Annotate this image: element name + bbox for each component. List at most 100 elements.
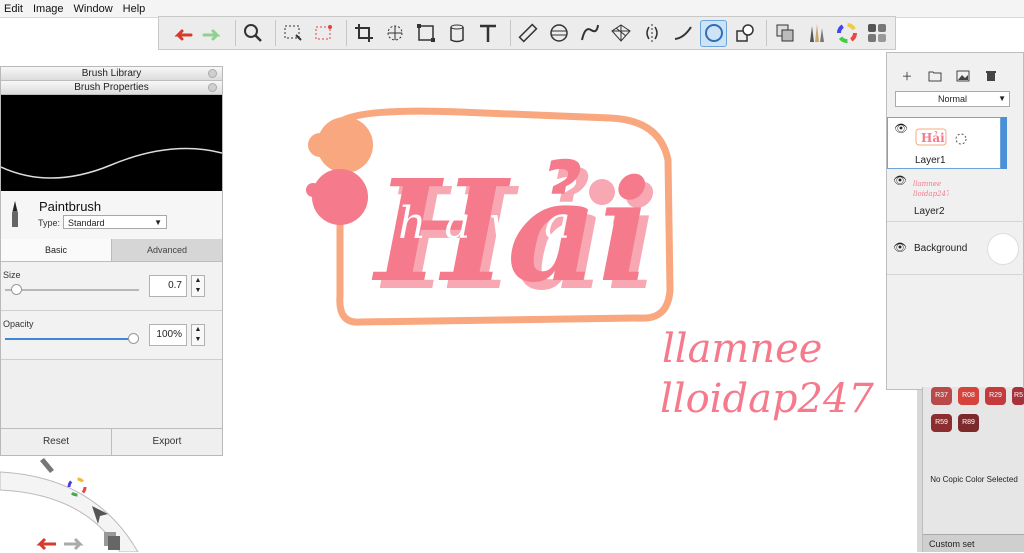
redo-icon[interactable]: [64, 537, 84, 551]
copic-swatch[interactable]: R08: [958, 387, 979, 405]
copic-swatch[interactable]: R5: [1012, 387, 1024, 405]
opacity-slider[interactable]: [5, 333, 139, 344]
shapes-tool[interactable]: [731, 20, 758, 47]
redo-button[interactable]: [200, 20, 227, 47]
opacity-slider-fill: [5, 338, 133, 340]
stroke-tool[interactable]: [669, 20, 696, 47]
opacity-value-field[interactable]: 100%: [149, 324, 187, 346]
layer-row-layer1[interactable]: 👁 Hải Layer1: [887, 117, 1001, 169]
color-wheel-tool[interactable]: [833, 20, 860, 47]
opacity-stepper[interactable]: ▲ ▼: [191, 324, 205, 346]
stroke-preview: [0, 95, 223, 191]
menu-edit[interactable]: Edit: [0, 3, 29, 15]
size-label: Size: [3, 270, 21, 280]
layer-editor: ＋ Normal ▼ 👁 Hải Layer1 👁 llamnee lloidap2…: [886, 52, 1024, 390]
toolbar-separator: [345, 20, 347, 46]
close-icon[interactable]: [208, 69, 217, 78]
signature: llamnee lloidap247: [660, 326, 874, 422]
layer2-name: Layer2: [914, 206, 945, 217]
undo-button[interactable]: [169, 20, 196, 47]
type-label: Type:: [38, 218, 61, 228]
perspective-tool[interactable]: [607, 20, 634, 47]
shapes-icon: [735, 24, 754, 42]
layer2-thumbnail: llamnee lloidap247: [913, 180, 949, 198]
brush-library-titlebar[interactable]: Brush Library: [1, 67, 222, 81]
brush-panel-footer: Reset Export: [1, 428, 222, 455]
predictive-stroke-tool[interactable]: [700, 19, 728, 47]
crop-tool[interactable]: [351, 20, 378, 47]
tab-advanced[interactable]: Advanced: [111, 239, 222, 261]
magnifier-tool[interactable]: [240, 20, 267, 47]
brush-set-icon: [809, 24, 824, 42]
stroke-icon: [674, 26, 692, 40]
brush-name: Paintbrush: [39, 199, 102, 214]
symmetry-icon: [646, 24, 658, 42]
brush-properties-titlebar[interactable]: Brush Properties: [1, 81, 222, 95]
brush-set-tool[interactable]: [802, 20, 829, 47]
crop-icon: [355, 24, 374, 42]
layer-row-background[interactable]: 👁 Background: [887, 223, 1024, 275]
copic-swatch[interactable]: R89: [958, 414, 979, 432]
copic-status: No Copic Color Selected: [930, 475, 1018, 484]
blend-mode-select[interactable]: Normal ▼: [895, 91, 1010, 107]
layer-copy-tool[interactable]: [771, 20, 798, 47]
tab-basic[interactable]: Basic: [1, 239, 111, 261]
main-lettering: Hải Hải hawa: [371, 150, 659, 322]
lock-alpha-icon[interactable]: [954, 132, 968, 146]
eye-icon[interactable]: 👁: [894, 122, 908, 135]
copic-swatch[interactable]: R59: [931, 414, 952, 432]
menu-help[interactable]: Help: [119, 3, 152, 15]
distort-tool[interactable]: [413, 20, 440, 47]
trash-icon[interactable]: [977, 67, 1005, 85]
stroke-preview-curve: [0, 147, 223, 179]
size-section: Size 0.7 ▲ ▼: [1, 262, 222, 311]
color-wheel-icon: [836, 23, 857, 43]
transform-tool[interactable]: [382, 20, 409, 47]
type-value: Standard: [68, 218, 105, 228]
brush-tool-icon[interactable]: [40, 458, 54, 473]
palettes-tool[interactable]: [864, 20, 891, 47]
chevron-down-icon[interactable]: ▼: [192, 286, 204, 296]
selection-tool[interactable]: [280, 20, 307, 47]
eye-icon[interactable]: 👁: [893, 241, 907, 254]
chevron-up-icon[interactable]: ▲: [192, 325, 204, 335]
image-icon[interactable]: [949, 67, 977, 85]
size-value-field[interactable]: 0.7: [149, 275, 187, 297]
copic-swatch[interactable]: R37: [931, 387, 952, 405]
chevron-down-icon[interactable]: ▼: [192, 335, 204, 345]
ruler-tool[interactable]: [515, 20, 542, 47]
size-slider[interactable]: [5, 284, 139, 295]
chevron-down-icon: ▼: [154, 218, 162, 227]
menu-image[interactable]: Image: [29, 3, 70, 15]
layer2-thumbnail-line1: llamnee: [913, 180, 941, 188]
paintbrush-icon: [12, 201, 18, 227]
add-layer-icon[interactable]: ＋: [893, 67, 921, 85]
size-stepper[interactable]: ▲ ▼: [191, 275, 205, 297]
french-curve-tool[interactable]: [576, 20, 603, 47]
folder-icon[interactable]: [921, 67, 949, 85]
close-icon[interactable]: [208, 83, 217, 92]
opacity-slider-handle[interactable]: [128, 333, 139, 344]
custom-set-tab[interactable]: Custom set: [923, 534, 1024, 552]
undo-icon[interactable]: [36, 537, 56, 551]
eye-icon[interactable]: 👁: [893, 174, 907, 187]
fill-tool[interactable]: [444, 20, 471, 47]
blend-mode-value: Normal: [937, 94, 967, 104]
opacity-bar[interactable]: [1001, 117, 1007, 169]
transform-icon: [387, 25, 403, 41]
lagoon-menu: [0, 458, 139, 552]
type-select[interactable]: Standard ▼: [63, 215, 167, 229]
french-curve-icon: [580, 24, 599, 41]
size-slider-handle[interactable]: [11, 284, 22, 295]
menu-window[interactable]: Window: [70, 3, 119, 15]
symmetry-tool[interactable]: [638, 20, 665, 47]
background-color-swatch[interactable]: [987, 233, 1019, 265]
text-tool[interactable]: [475, 20, 502, 47]
layer1-name: Layer1: [915, 155, 946, 166]
magic-select-icon: [315, 25, 333, 40]
chevron-up-icon[interactable]: ▲: [192, 276, 204, 286]
magic-select-tool[interactable]: [311, 20, 338, 47]
layer-row-layer2[interactable]: 👁 llamnee lloidap247 Layer2: [887, 170, 1024, 222]
copic-swatch[interactable]: R29: [985, 387, 1006, 405]
ellipse-guide-tool[interactable]: [545, 20, 572, 47]
